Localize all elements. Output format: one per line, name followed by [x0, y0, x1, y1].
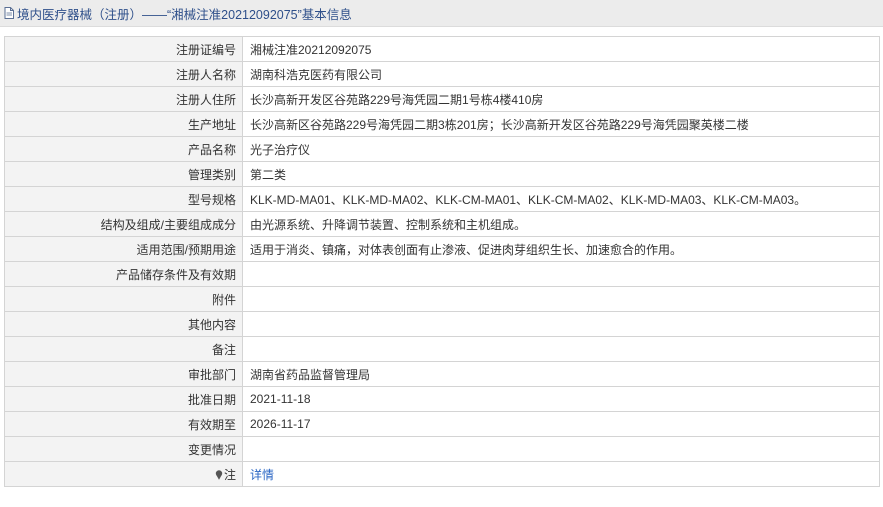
field-value: [242, 336, 880, 362]
field-label: 附件: [4, 286, 243, 312]
field-label: 型号规格: [4, 186, 243, 212]
field-value: 湘械注准20212092075: [242, 36, 880, 62]
field-value: KLK-MD-MA01、KLK-MD-MA02、KLK-CM-MA01、KLK-…: [242, 186, 880, 212]
field-value: 湖南省药品监督管理局: [242, 361, 880, 387]
field-value: 长沙高新开发区谷苑路229号海凭园二期1号栋4楼410房: [242, 86, 880, 112]
field-label: 管理类别: [4, 161, 243, 187]
table-row: 其他内容: [4, 311, 880, 337]
table-row: 审批部门 湖南省药品监督管理局: [4, 361, 880, 387]
field-value: 2021-11-18: [242, 386, 880, 412]
note-label: 注: [223, 467, 236, 482]
table-row: 适用范围/预期用途 适用于消炎、镇痛，对体表创面有止渗液、促进肉芽组织生长、加速愈…: [4, 236, 880, 262]
field-label: 适用范围/预期用途: [4, 236, 243, 262]
field-label: 注册人住所: [4, 86, 243, 112]
table-row: 注册人名称 湖南科浩克医药有限公司: [4, 61, 880, 87]
table-row: 备注: [4, 336, 880, 362]
info-table: 注册证编号 湘械注准20212092075 注册人名称 湖南科浩克医药有限公司 注册人住…: [4, 36, 880, 487]
field-value: 光子治疗仪: [242, 136, 880, 162]
field-value: [242, 436, 880, 462]
field-value: 第二类: [242, 161, 880, 187]
table-row: 注册人住所 长沙高新开发区谷苑路229号海凭园二期1号栋4楼410房: [4, 86, 880, 112]
table-row: 产品储存条件及有效期: [4, 261, 880, 287]
info-table-body: 注册证编号 湘械注准20212092075 注册人名称 湖南科浩克医药有限公司 注册人住…: [4, 36, 880, 487]
table-row-note: 注详情: [4, 461, 880, 487]
field-label: 审批部门: [4, 361, 243, 387]
field-label: 变更情况: [4, 436, 243, 462]
table-row: 型号规格 KLK-MD-MA01、KLK-MD-MA02、KLK-CM-MA01、…: [4, 186, 880, 212]
table-row: 管理类别 第二类: [4, 161, 880, 187]
table-row: 结构及组成/主要组成成分 由光源系统、升降调节装置、控制系统和主机组成。: [4, 211, 880, 237]
field-label: 注册证编号: [4, 36, 243, 62]
field-value: 由光源系统、升降调节装置、控制系统和主机组成。: [242, 211, 880, 237]
note-label-cell: 注: [4, 461, 243, 487]
field-label: 备注: [4, 336, 243, 362]
table-row: 产品名称 光子治疗仪: [4, 136, 880, 162]
page-header: 境内医疗器械（注册）——“湘械注准20212092075”基本信息: [0, 0, 883, 27]
page-title: 境内医疗器械（注册）——“湘械注准20212092075”基本信息: [17, 7, 352, 22]
field-label: 产品名称: [4, 136, 243, 162]
field-value: 2026-11-17: [242, 411, 880, 437]
field-value: 长沙高新区谷苑路229号海凭园二期3栋201房；长沙高新开发区谷苑路229号海凭…: [242, 111, 880, 137]
field-label: 注册人名称: [4, 61, 243, 87]
table-row: 有效期至 2026-11-17: [4, 411, 880, 437]
table-row: 生产地址 长沙高新区谷苑路229号海凭园二期3栋201房；长沙高新开发区谷苑路22…: [4, 111, 880, 137]
field-label: 产品储存条件及有效期: [4, 261, 243, 287]
pin-icon: [215, 469, 223, 480]
table-row: 注册证编号 湘械注准20212092075: [4, 36, 880, 62]
field-label: 批准日期: [4, 386, 243, 412]
document-icon: [4, 7, 14, 19]
field-value: 适用于消炎、镇痛，对体表创面有止渗液、促进肉芽组织生长、加速愈合的作用。: [242, 236, 880, 262]
field-value: [242, 311, 880, 337]
table-row: 批准日期 2021-11-18: [4, 386, 880, 412]
details-link[interactable]: 详情: [250, 468, 274, 482]
note-value-cell: 详情: [242, 461, 880, 487]
field-label: 其他内容: [4, 311, 243, 337]
table-row: 变更情况: [4, 436, 880, 462]
field-label: 生产地址: [4, 111, 243, 137]
table-row: 附件: [4, 286, 880, 312]
field-value: [242, 286, 880, 312]
field-value: [242, 261, 880, 287]
field-value: 湖南科浩克医药有限公司: [242, 61, 880, 87]
field-label: 结构及组成/主要组成成分: [4, 211, 243, 237]
field-label: 有效期至: [4, 411, 243, 437]
